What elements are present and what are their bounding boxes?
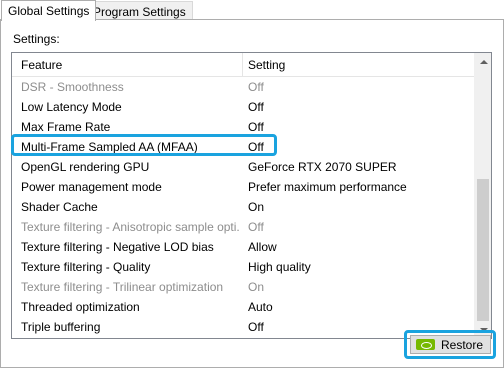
table-row[interactable]: Texture filtering - Trilinear optimizati… — [12, 277, 476, 297]
table-row[interactable]: Texture filtering - Anisotropic sample o… — [12, 217, 476, 237]
setting-value[interactable]: Off — [248, 80, 264, 94]
scroll-thumb[interactable] — [477, 179, 489, 321]
setting-value[interactable]: Allow — [248, 240, 277, 254]
restore-button[interactable]: Restore — [410, 335, 491, 354]
setting-value[interactable]: Prefer maximum performance — [248, 180, 407, 194]
feature-name: OpenGL rendering GPU — [21, 160, 150, 174]
restore-button-label: Restore — [441, 337, 484, 352]
settings-rows: DSR - Smoothness Off Low Latency Mode Off Ma… — [12, 77, 476, 337]
setting-value[interactable]: On — [248, 200, 264, 214]
max-frame-rate-highlight — [11, 134, 277, 156]
table-row[interactable]: OpenGL rendering GPU GeForce RTX 2070 SUP… — [12, 157, 476, 177]
feature-name: Low Latency Mode — [21, 100, 122, 114]
feature-name: Texture filtering - Quality — [21, 260, 151, 274]
feature-name: Shader Cache — [21, 200, 98, 214]
table-row[interactable]: Threaded optimization Auto — [12, 297, 476, 317]
setting-value[interactable]: Off — [248, 220, 264, 234]
settings-panel: Settings: Feature Setting DSR - Smoothne… — [0, 19, 504, 368]
table-row[interactable]: DSR - Smoothness Off — [12, 77, 476, 97]
list-header: Feature Setting — [12, 53, 476, 77]
tab-strip: Global Settings Program Settings — [0, 0, 504, 21]
setting-value[interactable]: GeForce RTX 2070 SUPER — [248, 160, 397, 174]
setting-value[interactable]: Off — [248, 120, 264, 134]
feature-name: Texture filtering - Trilinear optimizati… — [21, 280, 224, 294]
feature-name: Max Frame Rate — [21, 120, 111, 134]
chevron-up-icon — [479, 59, 488, 64]
column-header-setting[interactable]: Setting — [248, 58, 285, 72]
scroll-up-button[interactable] — [475, 53, 491, 70]
table-row[interactable]: Texture filtering - Negative LOD bias All… — [12, 237, 476, 257]
settings-list: Feature Setting DSR - Smoothness Off Low L… — [11, 52, 492, 339]
feature-name: Power management mode — [21, 180, 162, 194]
setting-value[interactable]: Off — [248, 100, 264, 114]
feature-name: Texture filtering - Anisotropic sample o… — [21, 220, 239, 234]
table-row[interactable]: Low Latency Mode Off — [12, 97, 476, 117]
setting-value[interactable]: High quality — [248, 260, 311, 274]
column-header-feature[interactable]: Feature — [21, 58, 62, 72]
tab-program-settings[interactable]: Program Settings — [86, 1, 193, 20]
table-row[interactable]: Texture filtering - Quality High quality — [12, 257, 476, 277]
nvidia-logo-icon — [416, 339, 435, 350]
tab-global-settings[interactable]: Global Settings — [1, 0, 97, 21]
settings-label: Settings: — [13, 32, 60, 46]
setting-value[interactable]: Auto — [248, 300, 273, 314]
table-row[interactable]: Shader Cache On — [12, 197, 476, 217]
table-row[interactable]: Power management mode Prefer maximum perf… — [12, 177, 476, 197]
setting-value[interactable]: Off — [248, 320, 264, 334]
column-divider[interactable] — [242, 53, 243, 76]
feature-name: Triple buffering — [21, 320, 101, 334]
feature-name: Texture filtering - Negative LOD bias — [21, 240, 214, 254]
setting-value[interactable]: On — [248, 280, 264, 294]
feature-name: DSR - Smoothness — [21, 80, 124, 94]
feature-name: Threaded optimization — [21, 300, 140, 314]
vertical-scrollbar[interactable] — [474, 53, 491, 338]
